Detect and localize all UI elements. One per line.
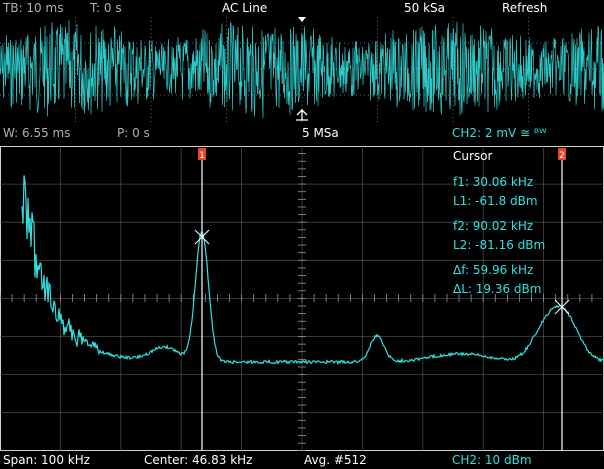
fft-status-bar: W: 6.55 ms P: 0 s 5 MSa CH2: 2 mV ≅ ᴮᵂ xyxy=(0,125,604,142)
cursor-1-marker-label: 1 xyxy=(199,151,205,161)
timebase-label[interactable]: TB: 10 ms xyxy=(3,0,63,17)
bottom-status-bar: Span: 100 kHz Center: 46.83 kHz Avg. #51… xyxy=(0,451,604,469)
spectrum-plot[interactable]: 12 xyxy=(0,146,604,451)
channel-reference-label[interactable]: CH2: 10 dBm xyxy=(452,451,532,469)
trigger-time-label[interactable]: T: 0 s xyxy=(90,0,122,17)
cursor-f2-readout: f2: 90.02 kHz xyxy=(453,219,534,233)
cursor-delta-f-readout: Δf: 59.96 kHz xyxy=(453,263,534,277)
window-label[interactable]: W: 6.55 ms xyxy=(3,125,71,142)
sample-rate-label[interactable]: 50 kSa xyxy=(404,0,445,17)
trigger-position-marker xyxy=(298,17,306,22)
channel-scale-label[interactable]: CH2: 2 mV ≅ ᴮᵂ xyxy=(452,125,547,142)
fft-sample-rate-label: 5 MSa xyxy=(302,126,339,140)
top-status-bar: TB: 10 ms T: 0 s AC Line 50 kSa Refresh xyxy=(0,0,604,17)
span-label[interactable]: Span: 100 kHz xyxy=(3,451,90,469)
cursor-l2-readout: L2: -81.16 dBm xyxy=(453,238,546,252)
center-frequency-label[interactable]: Center: 46.83 kHz xyxy=(144,451,252,469)
position-label[interactable]: P: 0 s xyxy=(117,125,150,142)
waveform-overview xyxy=(0,17,604,122)
overview-trace xyxy=(0,20,604,119)
cursor-l1-readout: L1: -61.8 dBm xyxy=(453,194,538,208)
cursor-panel-title: Cursor xyxy=(453,149,493,163)
trigger-level-icon xyxy=(296,109,308,121)
cursor-f1-readout: f1: 30.06 kHz xyxy=(453,175,534,189)
trigger-source-label[interactable]: AC Line xyxy=(222,0,267,17)
acquisition-mode-label[interactable]: Refresh xyxy=(502,0,547,17)
average-label[interactable]: Avg. #512 xyxy=(304,451,367,469)
cursor-delta-l-readout: ΔL: 19.36 dBm xyxy=(453,282,542,296)
cursor-2-marker-label: 2 xyxy=(559,151,565,161)
